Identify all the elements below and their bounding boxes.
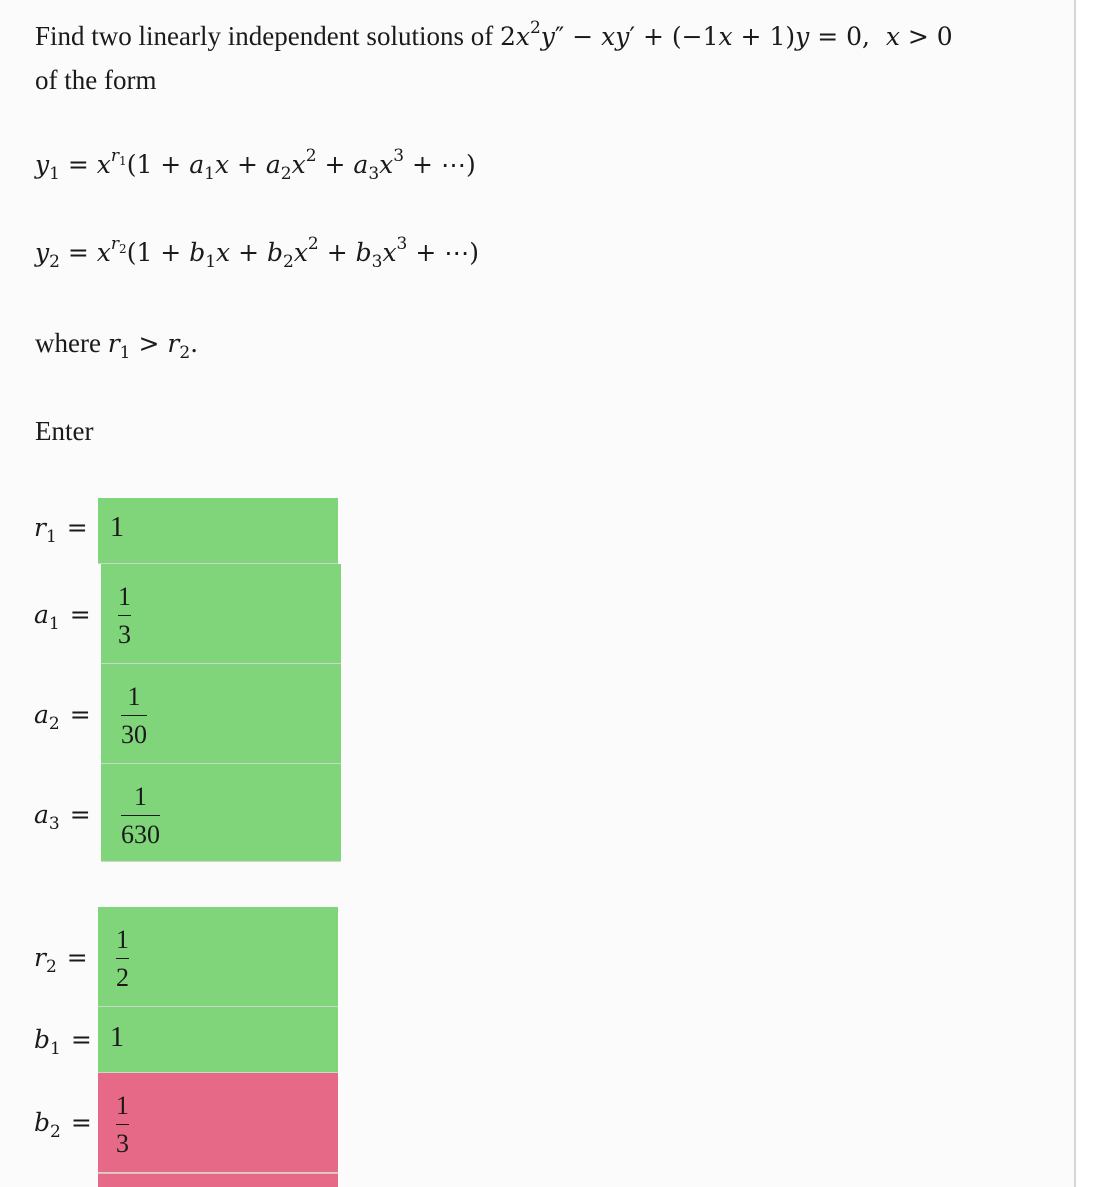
r1-label: r1 =: [34, 513, 88, 547]
r1-input[interactable]: 1: [98, 498, 338, 564]
a2-fraction: 1 30: [121, 682, 147, 749]
of-the-form-text: of the form: [35, 65, 157, 95]
a1-input[interactable]: 13: [101, 564, 341, 664]
b2-input[interactable]: 13: [98, 1073, 338, 1173]
problem-page: Find two linearly independent solutions …: [0, 0, 1074, 1187]
a3-input[interactable]: 1 630: [101, 764, 341, 862]
problem-statement: Find two linearly independent solutions …: [35, 14, 953, 59]
b1-input[interactable]: 1: [98, 1007, 338, 1073]
a2-label: a2 =: [34, 700, 91, 734]
where-condition: where r1 > r2.: [35, 328, 199, 363]
a1-label: a1 =: [34, 600, 91, 634]
r2-input[interactable]: 12: [98, 907, 338, 1007]
ode-equation: 2x2y″ − xy′ + (−1x + 1)y = 0, x > 0: [499, 18, 953, 52]
y2-series: y2 = xr2(1 + b1x + b2x2 + b3x3 + ⋯): [35, 234, 479, 272]
y1-series: y1 = xr1(1 + a1x + a2x2 + a3x3 + ⋯): [35, 146, 476, 184]
r2-fraction: 12: [116, 925, 129, 992]
intro-text: Find two linearly independent solutions …: [35, 21, 500, 51]
a2-input[interactable]: 1 30: [101, 664, 341, 764]
a3-label: a3 =: [34, 800, 91, 834]
b2-label: b2 =: [34, 1108, 92, 1142]
r2-label: r2 =: [34, 943, 88, 977]
b2-fraction: 13: [116, 1091, 129, 1158]
b1-label: b1 =: [34, 1025, 92, 1059]
page-edge-divider: [1074, 0, 1076, 1187]
a3-fraction: 1 630: [121, 782, 160, 849]
a1-fraction: 13: [118, 582, 131, 649]
enter-label: Enter: [35, 416, 94, 446]
b3-input[interactable]: [98, 1173, 338, 1187]
